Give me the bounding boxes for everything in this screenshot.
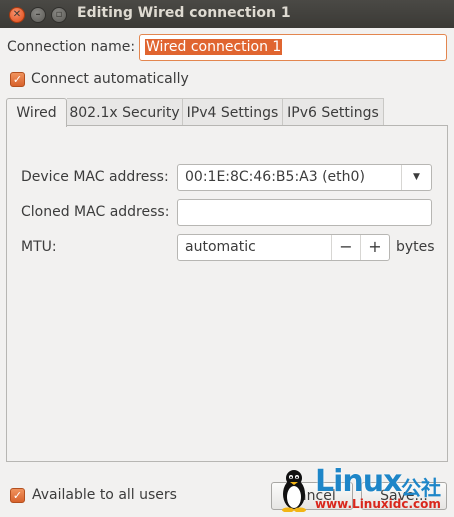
device-mac-label: Device MAC address: — [21, 169, 169, 185]
mtu-increment-button[interactable]: + — [360, 235, 389, 260]
connect-automatically-checkbox[interactable]: ✓ — [10, 72, 25, 87]
available-all-users-label: Available to all users — [32, 487, 177, 503]
tux-penguin-icon — [282, 470, 306, 512]
maximize-window-button[interactable]: ▫ — [51, 7, 67, 23]
dropdown-arrow-icon: ▼ — [401, 165, 431, 190]
device-mac-value: 00:1E:8C:46:B5:A3 (eth0) — [185, 169, 365, 185]
close-icon: ✕ — [12, 9, 22, 20]
mtu-value: automatic — [185, 239, 256, 255]
watermark-logo: Linux — [315, 464, 402, 499]
device-mac-combobox[interactable]: 00:1E:8C:46:B5:A3 (eth0) ▼ — [177, 164, 432, 191]
cloned-mac-label: Cloned MAC address: — [21, 204, 170, 220]
close-window-button[interactable]: ✕ — [9, 7, 25, 23]
mtu-unit-label: bytes — [396, 239, 435, 255]
window-titlebar: ✕ – ▫ Editing Wired connection 1 — [0, 0, 454, 28]
minimize-window-button[interactable]: – — [30, 7, 46, 23]
connection-name-input[interactable]: Wired connection 1 — [139, 34, 447, 61]
tab-wired[interactable]: Wired — [6, 98, 67, 127]
checkmark-icon: ✓ — [12, 73, 23, 86]
mtu-spinbutton[interactable]: automatic − + — [177, 234, 390, 261]
connect-automatically-label: Connect automatically — [31, 71, 189, 87]
mtu-label: MTU: — [21, 239, 57, 255]
watermark: Linux 公社 www.Linuxidc.com — [275, 466, 454, 517]
maximize-icon: ▫ — [55, 9, 63, 20]
cloned-mac-input[interactable] — [177, 199, 432, 226]
tab-8021x-security[interactable]: 802.1x Security — [67, 98, 183, 126]
watermark-url: www.Linuxidc.com — [315, 497, 441, 511]
tab-ipv6-settings[interactable]: IPv6 Settings — [283, 98, 384, 126]
available-all-users-checkbox[interactable]: ✓ — [10, 488, 25, 503]
tab-ipv4-settings[interactable]: IPv4 Settings — [183, 98, 283, 126]
minimize-icon: – — [35, 9, 41, 20]
connection-name-label: Connection name: — [7, 39, 136, 55]
mtu-decrement-button[interactable]: − — [331, 235, 360, 260]
window-title: Editing Wired connection 1 — [77, 5, 291, 21]
checkmark-icon: ✓ — [12, 489, 23, 502]
connection-name-value: Wired connection 1 — [145, 39, 283, 55]
